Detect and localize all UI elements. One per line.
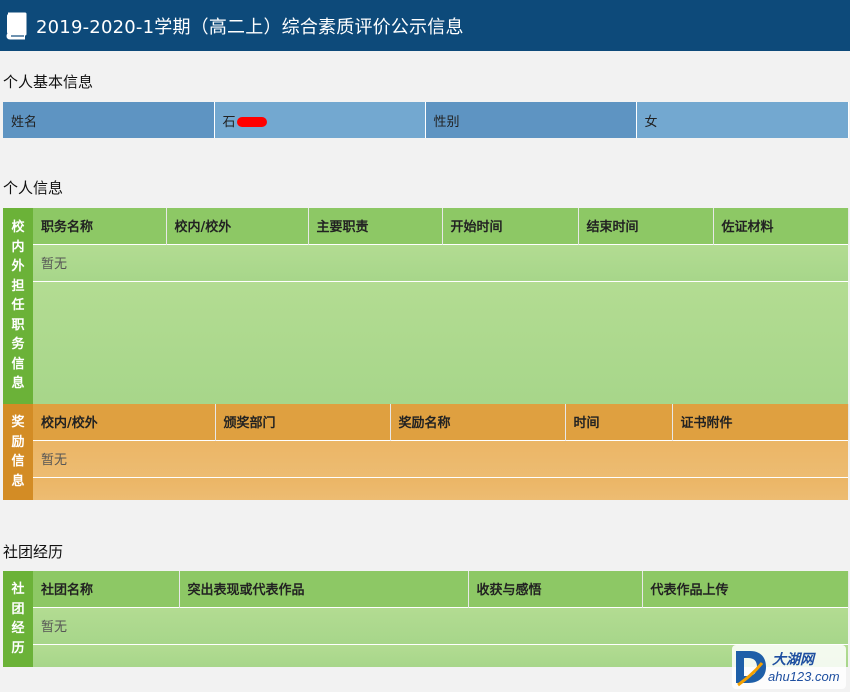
redaction-mark: [236, 117, 267, 127]
section-title-club: 社团经历: [3, 543, 64, 561]
side-label-awards: 奖 励 信 息: [3, 404, 33, 500]
table-row: 暂无: [33, 439, 848, 477]
club-table: 社团名称 突出表现或代表作品 收获与感悟 代表作品上传 暂无: [33, 571, 849, 667]
book-icon: [3, 12, 29, 40]
table-row: [33, 643, 848, 667]
top-header-bar: 2019-2020-1学期（高二上）综合素质评价公示信息: [0, 0, 850, 51]
empty-placeholder: 暂无: [33, 606, 848, 644]
table-row: [33, 476, 848, 500]
column-header: 奖励名称: [390, 404, 566, 440]
table-row: [33, 280, 848, 404]
column-header: 证书附件: [672, 404, 849, 440]
brand-url: ahu123.com: [768, 669, 840, 684]
watermark-logo: 大湖网 ahu123.com: [732, 645, 846, 689]
awards-header-row: 校内/校外 颁奖部门 奖励名称 时间 证书附件: [33, 404, 849, 440]
section-title-personal-info: 个人信息: [3, 179, 64, 197]
column-header: 佐证材料: [713, 208, 849, 244]
brand-name: 大湖网: [772, 651, 816, 667]
section-title-basic-info: 个人基本信息: [3, 73, 94, 91]
gender-value: 女: [636, 102, 849, 138]
empty-placeholder: 暂无: [33, 439, 848, 477]
column-header: 校内/校外: [33, 404, 216, 440]
basic-info-table: 姓名 石 性别 女: [3, 102, 849, 138]
name-label: 姓名: [3, 102, 215, 138]
awards-table: 校内/校外 颁奖部门 奖励名称 时间 证书附件 暂无: [33, 404, 849, 500]
page-title: 2019-2020-1学期（高二上）综合素质评价公示信息: [36, 16, 464, 38]
column-header: 收获与感悟: [468, 571, 643, 607]
positions-header-row: 职务名称 校内/校外 主要职责 开始时间 结束时间 佐证材料: [33, 208, 849, 244]
column-header: 主要职责: [308, 208, 443, 244]
positions-table: 职务名称 校内/校外 主要职责 开始时间 结束时间 佐证材料 暂无: [33, 208, 849, 404]
table-row: 暂无: [33, 243, 848, 281]
side-label-positions: 校 内 外 担 任 职 务 信 息: [3, 208, 33, 404]
column-header: 代表作品上传: [642, 571, 849, 607]
column-header: 社团名称: [33, 571, 180, 607]
side-label-club: 社 团 经 历: [3, 571, 33, 667]
column-header: 校内/校外: [166, 208, 309, 244]
brand-logo-icon: 大湖网 ahu123.com: [736, 651, 840, 687]
empty-placeholder: 暂无: [33, 243, 848, 281]
column-header: 时间: [565, 404, 673, 440]
club-header-row: 社团名称 突出表现或代表作品 收获与感悟 代表作品上传: [33, 571, 849, 607]
column-header: 颁奖部门: [215, 404, 391, 440]
name-value: 石: [222, 114, 236, 130]
gender-label: 性别: [425, 102, 637, 138]
column-header: 结束时间: [578, 208, 714, 244]
table-row: 暂无: [33, 606, 848, 644]
column-header: 开始时间: [442, 208, 579, 244]
column-header: 突出表现或代表作品: [179, 571, 469, 607]
name-value-cell: 石: [214, 102, 426, 138]
column-header: 职务名称: [33, 208, 167, 244]
